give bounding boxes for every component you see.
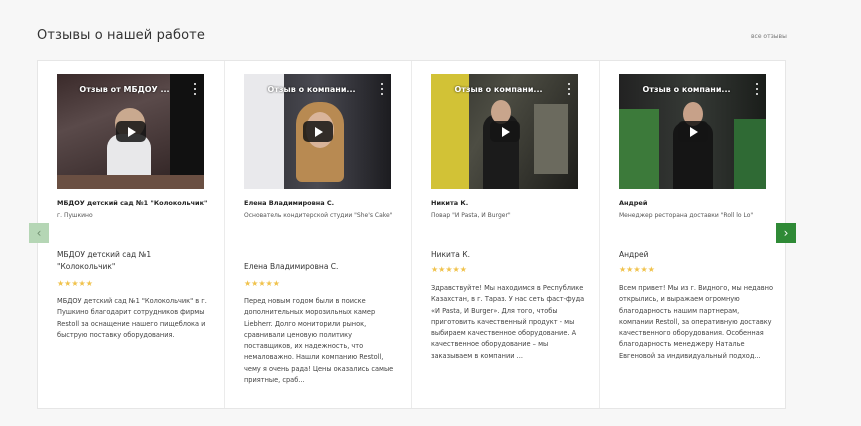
- more-vert-icon[interactable]: [379, 83, 385, 95]
- customer-role: Повар "И Pasta, И Burger": [431, 212, 511, 219]
- chevron-right-icon: ›: [783, 226, 789, 240]
- all-reviews-link[interactable]: все отзывы: [751, 33, 787, 40]
- play-icon[interactable]: [115, 120, 146, 142]
- video-title: Отзыв о компани...: [454, 85, 543, 94]
- reviews-panel: Отзыв от МБДОУ ... МБДОУ детский сад №1 …: [37, 60, 786, 409]
- customer-name: Андрей: [619, 199, 648, 207]
- video-title: Отзыв о компани...: [642, 85, 731, 94]
- reviewer-name: Андрей: [619, 250, 649, 259]
- chevron-left-icon: ‹: [36, 226, 42, 240]
- review-card: Отзыв о компани... Елена Владимировна С.…: [225, 61, 412, 408]
- review-card: Отзыв о компани... Никита К. Повар "И Pa…: [412, 61, 600, 408]
- rating-stars: ★★★★★: [431, 265, 467, 274]
- customer-role: г. Пушкино: [57, 212, 93, 219]
- rating-stars: ★★★★★: [619, 265, 655, 274]
- customer-name: Елена Владимировна С.: [244, 199, 335, 207]
- more-vert-icon[interactable]: [192, 83, 198, 95]
- rating-stars: ★★★★★: [244, 279, 280, 288]
- review-text: Перед новым годом были в поиске дополнит…: [244, 297, 394, 385]
- review-card: Отзыв о компани... Андрей Менеджер ресто…: [600, 61, 787, 408]
- reviewer-name: МБДОУ детский сад №1 "Колокольчик": [57, 250, 152, 271]
- customer-name: МБДОУ детский сад №1 "Колокольчик": [57, 199, 208, 207]
- carousel-next-button[interactable]: ›: [776, 223, 796, 243]
- video-title: Отзыв от МБДОУ ...: [79, 85, 170, 94]
- green-wall: [619, 109, 659, 189]
- customer-role: Основатель кондитерской студии "She's Ca…: [244, 212, 393, 219]
- section-title: Отзывы о нашей работе: [37, 28, 205, 43]
- video-thumbnail[interactable]: Отзыв о компани...: [431, 74, 578, 189]
- carousel-prev-button[interactable]: ‹: [29, 223, 49, 243]
- review-text: МБДОУ детский сад №1 "Колокольчик" в г. …: [57, 297, 207, 339]
- video-thumbnail[interactable]: Отзыв о компани...: [619, 74, 766, 189]
- reviewer-name: Никита К.: [431, 250, 470, 259]
- more-vert-icon[interactable]: [566, 83, 572, 95]
- video-thumbnail[interactable]: Отзыв о компани...: [244, 74, 391, 189]
- play-icon[interactable]: [489, 120, 520, 142]
- review-text: Всем привет! Мы из г. Видного, мы недавн…: [619, 284, 773, 360]
- play-icon[interactable]: [302, 120, 333, 142]
- shop-shelf: [534, 104, 568, 174]
- play-icon[interactable]: [677, 120, 708, 142]
- rating-stars: ★★★★★: [57, 279, 93, 288]
- review-text: Здравствуйте! Мы находимся в Республике …: [431, 284, 585, 360]
- customer-name: Никита К.: [431, 199, 469, 207]
- customer-role: Менеджер ресторана доставки "Roll lo Lo": [619, 212, 754, 219]
- video-thumbnail[interactable]: Отзыв от МБДОУ ...: [57, 74, 204, 189]
- green-wall-right: [734, 119, 766, 189]
- floor-stripe: [57, 175, 204, 189]
- more-vert-icon[interactable]: [754, 83, 760, 95]
- video-title: Отзыв о компани...: [267, 85, 356, 94]
- review-card: Отзыв от МБДОУ ... МБДОУ детский сад №1 …: [38, 61, 225, 408]
- reviewer-name: Елена Владимировна С.: [244, 262, 339, 271]
